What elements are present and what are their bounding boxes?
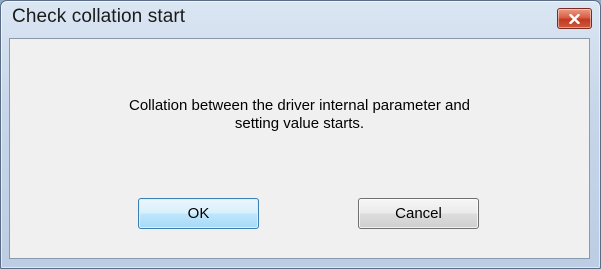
close-button[interactable]	[557, 8, 592, 29]
dialog-body: Collation between the driver internal pa…	[9, 38, 590, 259]
message-line-2: setting value starts.	[234, 115, 365, 132]
dialog-window: Check collation start Collation between …	[0, 0, 601, 269]
message-line-1: Collation between the driver internal pa…	[128, 97, 471, 114]
title-bar[interactable]: Check collation start	[1, 1, 600, 33]
cancel-button[interactable]: Cancel	[358, 198, 479, 229]
close-icon	[569, 13, 580, 24]
ok-button[interactable]: OK	[138, 198, 259, 229]
window-title: Check collation start	[12, 6, 186, 27]
dialog-message: Collation between the driver internal pa…	[10, 97, 589, 133]
